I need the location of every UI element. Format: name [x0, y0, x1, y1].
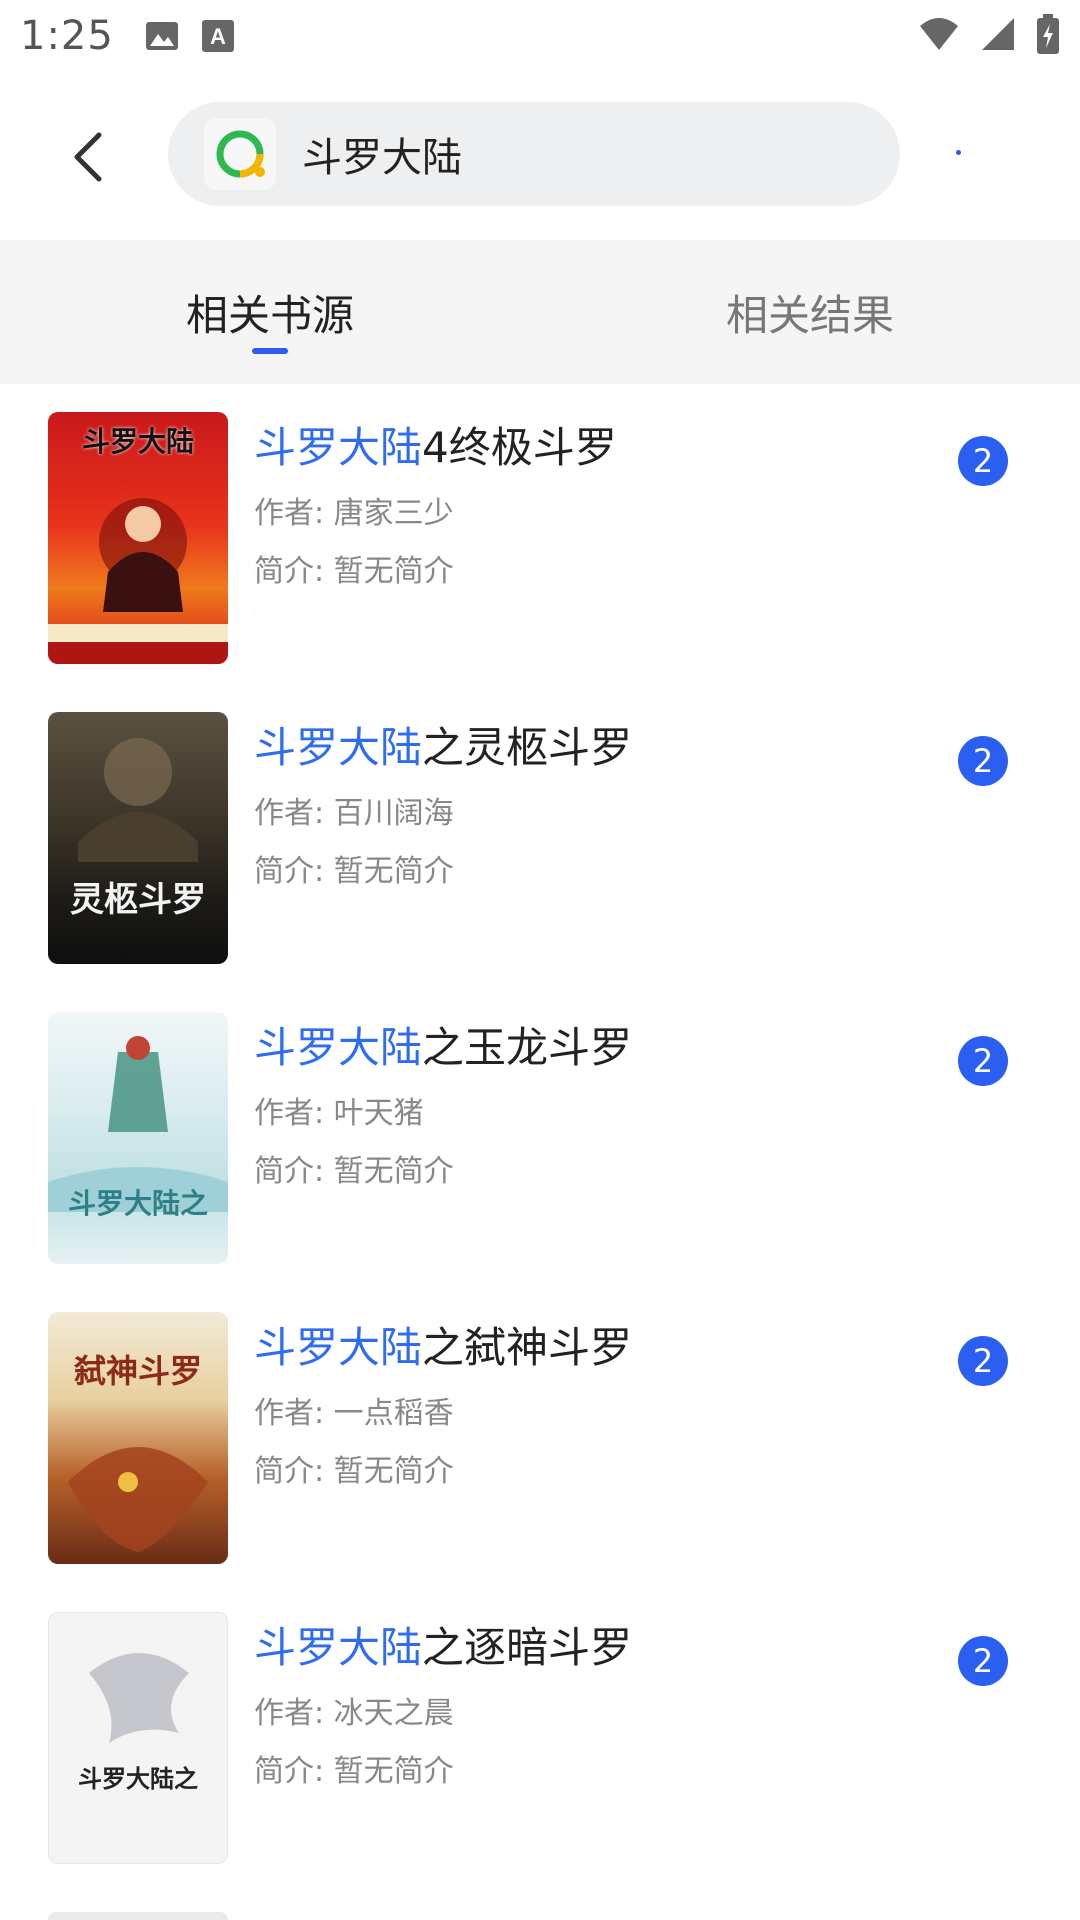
search-query-text: 斗罗大陆 [302, 135, 462, 181]
font-notification-icon: A [200, 18, 236, 54]
list-item[interactable]: 灵柩斗罗 斗罗大陆之灵柩斗罗 作者: 百川阔海 简介: 暂无简介 2 [0, 684, 1080, 984]
chevron-left-icon [74, 132, 102, 182]
tab-label: 相关结果 [725, 290, 894, 340]
tab-related-results[interactable]: 相关结果 [540, 240, 1080, 384]
source-count-badge: 2 [958, 1036, 1008, 1086]
cover-title: 灵柩斗罗 [70, 880, 206, 920]
app-logo-icon [204, 118, 276, 190]
tab-related-sources[interactable]: 相关书源 [0, 240, 540, 384]
book-author: 作者: 唐家三少 [254, 496, 454, 531]
list-item[interactable]: 弑神斗罗 斗罗大陆之弑神斗罗 作者: 一点稻香 简介: 暂无简介 2 [0, 1284, 1080, 1584]
search-header: 斗罗大陆 [0, 72, 1080, 240]
book-cover: 斗罗大陆 [48, 412, 228, 664]
source-count-badge: 2 [958, 1636, 1008, 1686]
status-bar: 1:25 A [0, 0, 1080, 72]
book-title: 斗罗大陆之弑神斗罗 [254, 1323, 633, 1372]
book-intro: 简介: 暂无简介 [254, 1154, 454, 1189]
list-item[interactable]: 斗罗大陆之 斗罗大陆之逐暗斗罗 作者: 冰天之晨 简介: 暂无简介 2 [0, 1584, 1080, 1884]
book-title: 斗罗大陆之玉龙斗罗 [254, 1023, 633, 1072]
book-cover: 斗罗大陆之 [48, 1012, 228, 1264]
list-item[interactable]: 斗罗大陆之 斗罗大陆之玉龙斗罗 作者: 叶天猪 简介: 暂无简介 2 [0, 984, 1080, 1284]
status-time: 1:25 [20, 13, 114, 59]
book-intro: 简介: 暂无简介 [254, 554, 454, 589]
book-author: 作者: 叶天猪 [254, 1096, 424, 1131]
book-author: 作者: 冰天之晨 [254, 1696, 454, 1731]
cover-title: 斗罗大陆之 [67, 1187, 208, 1220]
cover-title: 斗罗大陆之 [78, 1764, 198, 1793]
book-title: 斗罗大陆之逐暗斗罗 [254, 1623, 633, 1672]
tab-bar: 相关书源 相关结果 [0, 240, 1080, 384]
tab-label: 相关书源 [185, 290, 354, 340]
source-count-badge: 2 [958, 1336, 1008, 1386]
book-title: 斗罗大陆之灵柩斗罗 [254, 723, 633, 772]
book-cover: 灵柩斗罗 [48, 712, 228, 964]
book-author: 作者: 百川阔海 [254, 796, 454, 831]
source-count-badge: 2 [958, 736, 1008, 786]
book-title: 斗罗大陆4终极斗罗 [254, 423, 617, 472]
book-cover: 斗罗大陆之 [48, 1612, 228, 1864]
search-input[interactable]: 斗罗大陆 [168, 102, 900, 206]
back-button[interactable] [52, 122, 122, 192]
loading-indicator [956, 150, 961, 155]
svg-text:A: A [210, 24, 226, 49]
wifi-icon [918, 16, 960, 56]
battery-icon [1036, 14, 1060, 58]
cover-title: 斗罗大陆 [81, 425, 194, 458]
book-list: 斗罗大陆 斗罗大陆4终极斗罗 作者: 唐家三少 简介: 暂无简介 2 灵柩斗罗 … [0, 384, 1080, 1884]
book-intro: 简介: 暂无简介 [254, 1454, 454, 1489]
tab-indicator [252, 348, 288, 354]
source-count-badge: 2 [958, 436, 1008, 486]
book-author: 作者: 一点稻香 [254, 1396, 454, 1431]
next-book-cover-peek [48, 1912, 228, 1920]
book-intro: 简介: 暂无简介 [254, 1754, 454, 1789]
image-notification-icon [144, 18, 180, 54]
book-intro: 简介: 暂无简介 [254, 854, 454, 889]
cell-signal-icon [980, 16, 1016, 56]
list-item[interactable]: 斗罗大陆 斗罗大陆4终极斗罗 作者: 唐家三少 简介: 暂无简介 2 [0, 384, 1080, 684]
book-cover: 弑神斗罗 [48, 1312, 228, 1564]
cover-title: 弑神斗罗 [73, 1352, 202, 1390]
